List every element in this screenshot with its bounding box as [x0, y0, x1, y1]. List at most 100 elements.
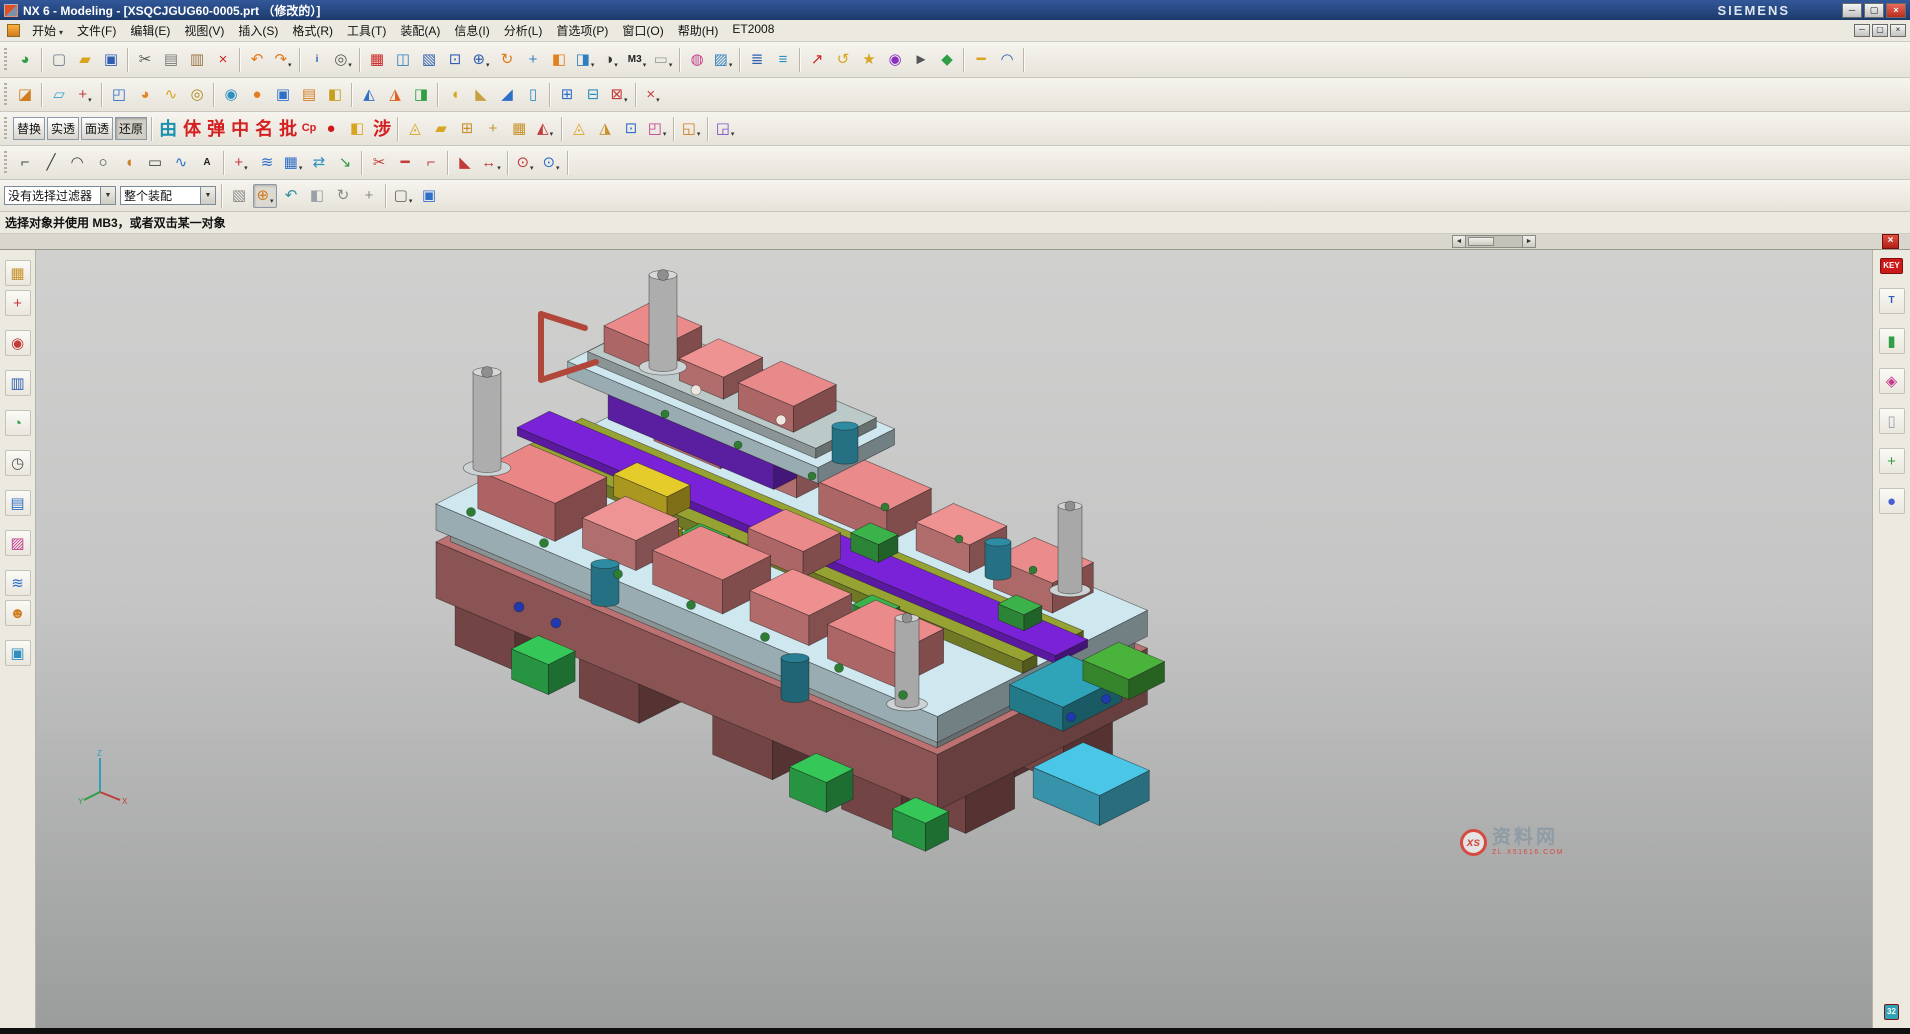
studio-spline-button[interactable]: ∿ [169, 151, 193, 175]
information-button[interactable]: i [305, 48, 329, 72]
intersect-button[interactable]: ◨ [409, 83, 433, 107]
cp-button[interactable]: Cp [301, 123, 317, 134]
pattern-feature-button[interactable]: ⊞ [555, 83, 579, 107]
wcs-grid-button[interactable]: ▦ [365, 48, 389, 72]
mdi-minimize-button[interactable]: ─ [1854, 24, 1870, 37]
battery-tool-button[interactable]: ▮ [1879, 328, 1905, 354]
star-tool-button[interactable]: ★ [857, 48, 881, 72]
rectangle-select-button[interactable]: ▢▾ [391, 184, 415, 208]
misc-assembly-button[interactable]: ◲▾ [713, 117, 737, 141]
revolve-button[interactable]: ◕ [133, 83, 157, 107]
vector-button[interactable]: ↗ [805, 48, 829, 72]
csys-button[interactable]: ↺ [831, 48, 855, 72]
chamfer-button[interactable]: ◣ [469, 83, 493, 107]
menu-view[interactable]: 视图(V) [177, 20, 231, 41]
menu-tools[interactable]: 工具(T) [340, 20, 393, 41]
fillet-button[interactable]: ◖ [117, 151, 141, 175]
menu-window[interactable]: 窗口(O) [615, 20, 670, 41]
show-hide-button[interactable]: ◍ [685, 48, 709, 72]
roles-tab[interactable]: ▤ [5, 490, 31, 516]
part-navigator-tab[interactable]: ◉ [5, 330, 31, 356]
synchronous-modeling-button[interactable]: ×▾ [641, 83, 665, 107]
image-capture-tab[interactable]: ▣ [5, 640, 31, 666]
pan-view-button[interactable]: + [521, 48, 545, 72]
zoom-box-button[interactable]: ⊡ [443, 48, 467, 72]
close-button[interactable]: × [1886, 3, 1906, 18]
boss-button[interactable]: ● [245, 83, 269, 107]
menu-file[interactable]: 文件(F) [70, 20, 123, 41]
new-button[interactable]: ▢ [47, 48, 71, 72]
extrude-button[interactable]: ◰ [107, 83, 131, 107]
measure-distance-button[interactable]: ━ [969, 48, 993, 72]
rotate-view-button[interactable]: ↻ [495, 48, 519, 72]
menu-assemblies[interactable]: 装配(A) [393, 20, 447, 41]
system-materials-tab[interactable]: ▨ [5, 530, 31, 556]
panel-close-button[interactable]: × [1882, 234, 1899, 249]
draft-button[interactable]: ◢ [495, 83, 519, 107]
tube-button[interactable]: ◎ [185, 83, 209, 107]
menu-information[interactable]: 信息(I) [447, 20, 496, 41]
edit-display-button[interactable]: ▨▾ [711, 48, 735, 72]
beaker-tool-button[interactable]: ▯ [1879, 408, 1905, 434]
menu-start[interactable]: 开始▾ [25, 20, 70, 41]
solid-translucent-button[interactable]: 实透 [47, 117, 79, 140]
find-button[interactable]: ◎▾ [331, 48, 355, 72]
sketch-in-task-button[interactable]: ◪ [13, 83, 37, 107]
sequence-button[interactable]: ◱▾ [679, 117, 703, 141]
open-component-button[interactable]: ▰ [429, 117, 453, 141]
nx-start-icon[interactable]: ◕ [13, 48, 37, 72]
measure-angle-button[interactable]: ◠ [995, 48, 1019, 72]
exploded-views-button[interactable]: ◭▾ [533, 117, 557, 141]
arc-button[interactable]: ◠ [65, 151, 89, 175]
internet-explorer-tab[interactable]: ≋ [5, 570, 31, 596]
gem-tool-button[interactable]: ◆ [935, 48, 959, 72]
assembly-navigator-tab[interactable]: ▦ [5, 260, 31, 286]
edge-blend-button[interactable]: ◖ [443, 83, 467, 107]
page-count-badge[interactable]: 32 [1884, 1004, 1899, 1020]
mirror-feature-button[interactable]: ⊟ [581, 83, 605, 107]
copy-button[interactable]: ▤ [159, 48, 183, 72]
shell-button[interactable]: ▯ [521, 83, 545, 107]
replace-button[interactable]: 替换 [13, 117, 45, 140]
reuse-library-tab[interactable]: ▥ [5, 370, 31, 396]
datum-plane-button[interactable]: ▱ [47, 83, 71, 107]
layer-settings-button[interactable]: ≣ [745, 48, 769, 72]
mdi-restore-button[interactable]: ▢ [1872, 24, 1888, 37]
char-body-button[interactable]: 体 [181, 120, 203, 138]
scroll-thumb[interactable] [1468, 237, 1494, 246]
orient-view-button[interactable]: ◨▾ [573, 48, 597, 72]
view-m3-button[interactable]: M3▾ [625, 48, 649, 72]
display-part-button[interactable]: ▧ [417, 48, 441, 72]
graphics-window[interactable]: Z X Y xs 资料网 ZL.X51616.COM [36, 250, 1872, 1028]
window-cascade-button[interactable]: ◫ [391, 48, 415, 72]
line-button[interactable]: ╱ [39, 151, 63, 175]
perspective-button[interactable]: ◧ [547, 48, 571, 72]
constraint-navigator-tab[interactable]: + [5, 290, 31, 316]
paste-button[interactable]: ▥ [185, 48, 209, 72]
menu-edit[interactable]: 编辑(E) [123, 20, 177, 41]
menu-preferences[interactable]: 首选项(P) [549, 20, 615, 41]
shaded-cube-button[interactable]: ◧ [305, 184, 329, 208]
scroll-left-button[interactable]: ◄ [1452, 235, 1466, 248]
select-arrow-button[interactable]: ► [909, 48, 933, 72]
open-button[interactable]: ▰ [73, 48, 97, 72]
geometric-constraints-button[interactable]: ◣ [453, 151, 477, 175]
text-button[interactable]: A [195, 151, 219, 175]
quick-extend-button[interactable]: ━ [393, 151, 417, 175]
point-tool-button[interactable]: ◉ [883, 48, 907, 72]
sphere-tool-button[interactable]: ● [1879, 488, 1905, 514]
wave-geometry-linker-button[interactable]: ⊡ [619, 117, 643, 141]
profile-button[interactable]: ⌐ [13, 151, 37, 175]
project-curve-button[interactable]: ↘ [333, 151, 357, 175]
layer-visible-in-view-button[interactable]: ≡ [771, 48, 795, 72]
char-name-button[interactable]: 名 [253, 120, 275, 138]
template-tool-button[interactable]: T [1879, 288, 1905, 314]
point-button[interactable]: +▾ [229, 151, 253, 175]
redo-button[interactable]: ↷▾ [271, 48, 295, 72]
plus-tool-button[interactable]: + [1879, 448, 1905, 474]
key-help-button[interactable]: KEY [1880, 258, 1902, 274]
pocket-button[interactable]: ▣ [271, 83, 295, 107]
background-button[interactable]: ▭▾ [651, 48, 675, 72]
hd3d-tools-tab[interactable]: ◔ [5, 410, 31, 436]
display-cube-button[interactable]: ▣ [417, 184, 441, 208]
